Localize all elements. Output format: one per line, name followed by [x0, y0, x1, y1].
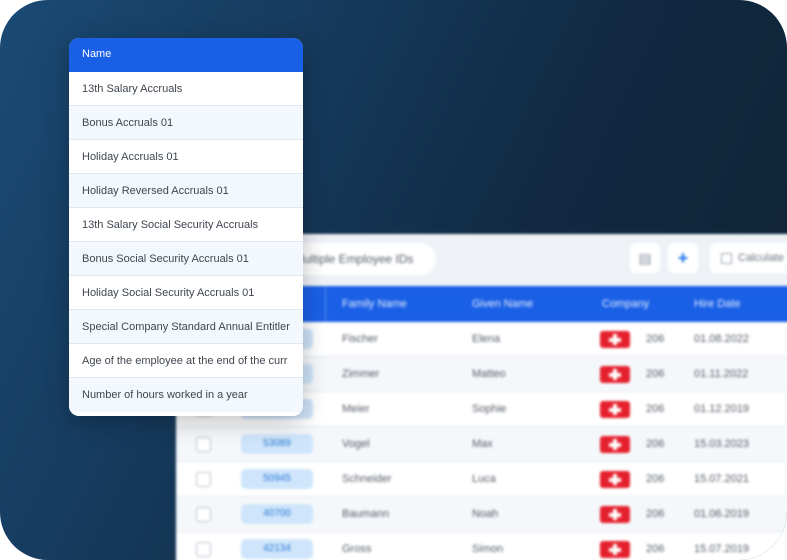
given-name-cell: Sophie	[472, 403, 507, 415]
dropdown-item[interactable]: 13th Salary Accruals	[69, 72, 303, 106]
calculate-label: Calculate	[738, 252, 784, 264]
swiss-flag-icon	[600, 541, 630, 558]
dropdown-item[interactable]: Holiday Accruals 01	[69, 140, 303, 174]
calculate-button[interactable]: Calculate	[710, 243, 787, 273]
row-checkbox[interactable]	[196, 472, 211, 487]
header-divider	[325, 286, 326, 322]
dropdown-item[interactable]: Age of the employee at the end of the cu…	[69, 344, 303, 378]
table-row[interactable]: 42134 Gross Simon 206 15.07.2019	[176, 532, 787, 560]
family-name-cell: Baumann	[342, 508, 390, 520]
hire-date-cell: 01.06.2019	[694, 508, 750, 520]
table-row[interactable]: 53089 Vogel Max 206 15.03.2023	[176, 427, 787, 462]
hire-date-cell: 15.03.2023	[694, 438, 750, 450]
employee-id-chip[interactable]: 40700	[241, 504, 313, 524]
family-name-cell: Zimmer	[342, 368, 380, 380]
dropdown-item[interactable]: Holiday Reversed Accruals 01	[69, 174, 303, 208]
column-header-hire-date[interactable]: Hire Date	[694, 286, 740, 322]
employee-id-chip[interactable]: 50945	[241, 469, 313, 489]
dropdown-item[interactable]: Bonus Accruals 01	[69, 106, 303, 140]
family-name-cell: Vogel	[342, 438, 370, 450]
hire-date-cell: 15.07.2021	[694, 473, 750, 485]
given-name-cell: Max	[472, 438, 493, 450]
hire-date-cell: 01.12.2019	[694, 403, 750, 415]
company-cell: 206	[646, 473, 665, 485]
dropdown-item[interactable]: Special Company Standard Annual Entitler	[69, 310, 303, 344]
row-checkbox[interactable]	[196, 437, 211, 452]
given-name-cell: Noah	[472, 508, 499, 520]
family-name-cell: Schneider	[342, 473, 392, 485]
company-cell: 206	[646, 438, 665, 450]
hire-date-cell: 01.11.2022	[694, 368, 749, 380]
given-name-cell: Simon	[472, 543, 504, 555]
given-name-cell: Matteo	[472, 368, 506, 380]
swiss-flag-icon	[600, 506, 630, 523]
swiss-flag-icon	[600, 471, 630, 488]
family-name-cell: Meier	[342, 403, 370, 415]
table-row[interactable]: 40700 Baumann Noah 206 01.06.2019	[176, 497, 787, 532]
table-row[interactable]: 50945 Schneider Luca 206 15.07.2021	[176, 462, 787, 497]
row-checkbox[interactable]	[196, 542, 211, 557]
calculate-checkbox-icon	[721, 253, 732, 264]
dropdown-item[interactable]: 13th Salary Social Security Accruals	[69, 208, 303, 242]
swiss-flag-icon	[600, 401, 630, 418]
company-cell: 206	[646, 333, 665, 345]
swiss-flag-icon	[600, 436, 630, 453]
swiss-flag-icon	[600, 331, 630, 348]
dropdown-item[interactable]: Bonus Social Security Accruals 01	[69, 242, 303, 276]
dropdown-header: Name	[69, 38, 303, 72]
app-frame: Multiple Employee IDs ▤ + Calculate Fami…	[0, 0, 787, 560]
column-header-company[interactable]: Company	[602, 286, 649, 322]
row-checkbox[interactable]	[196, 507, 211, 522]
company-cell: 206	[646, 368, 665, 380]
employee-id-chip[interactable]: 53089	[241, 434, 313, 454]
company-cell: 206	[646, 508, 665, 520]
given-name-cell: Luca	[472, 473, 496, 485]
swiss-flag-icon	[600, 366, 630, 383]
given-name-cell: Elena	[472, 333, 501, 345]
hire-date-cell: 01.08.2022	[694, 333, 750, 345]
dropdown-item[interactable]: Number of hours worked in a year	[69, 378, 303, 412]
family-name-cell: Gross	[342, 543, 372, 555]
column-header-family-name[interactable]: Family Name	[342, 286, 407, 322]
family-name-cell: Fischer	[342, 333, 379, 345]
column-header-given-name[interactable]: Given Name	[472, 286, 533, 322]
dropdown-item[interactable]: Holiday Social Security Accruals 01	[69, 276, 303, 310]
plus-icon[interactable]: +	[668, 243, 698, 273]
document-icon[interactable]: ▤	[630, 243, 660, 273]
company-cell: 206	[646, 403, 665, 415]
hire-date-cell: 15.07.2019	[694, 543, 750, 555]
wage-type-dropdown: Name 13th Salary Accruals Bonus Accruals…	[69, 38, 303, 416]
dropdown-list: 13th Salary Accruals Bonus Accruals 01 H…	[69, 72, 303, 412]
company-cell: 206	[646, 543, 665, 555]
employee-id-chip[interactable]: 42134	[241, 539, 313, 559]
